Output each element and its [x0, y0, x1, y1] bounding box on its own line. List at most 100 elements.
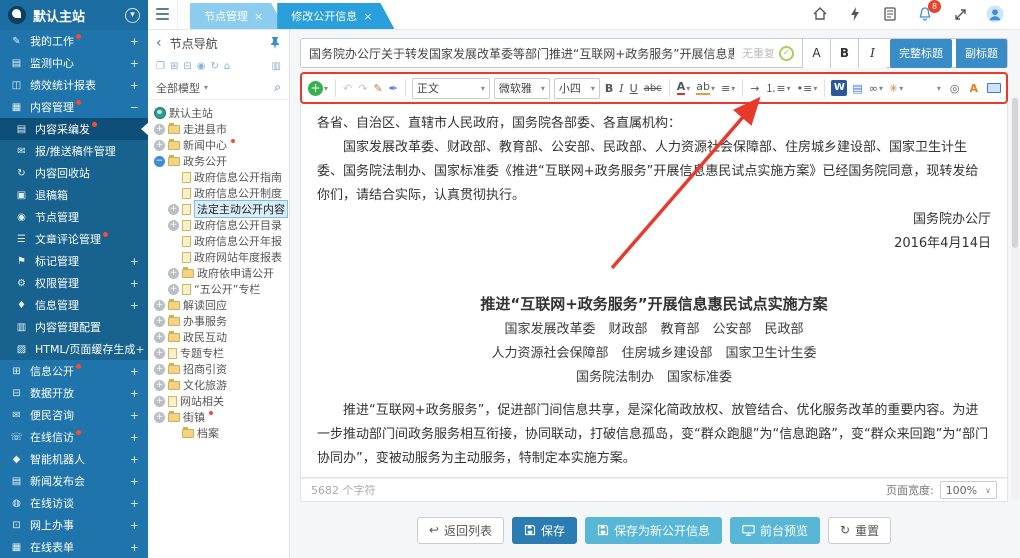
title-italic-button[interactable]: I: [858, 39, 886, 68]
title-bold-button[interactable]: B: [830, 39, 858, 68]
collapse-panel-icon[interactable]: ‹: [156, 35, 162, 51]
italic-icon[interactable]: I: [618, 82, 624, 95]
document-body[interactable]: 各省、自治区、直辖市人民政府，国务院各部委、各直属机构： 国家发展改革委、财政部…: [300, 104, 1008, 478]
preview-button[interactable]: 前台预览: [730, 517, 820, 544]
site-switcher[interactable]: 默认主站 ▾: [0, 0, 148, 30]
sidebar-item-info-management[interactable]: ♦ 信息管理 +: [0, 294, 148, 316]
collapse-minus-icon[interactable]: −: [130, 101, 139, 114]
close-icon[interactable]: ×: [254, 10, 263, 23]
big-font-icon[interactable]: A: [968, 82, 979, 95]
sidebar-item-my-work[interactable]: ✎ 我的工作 +: [0, 30, 148, 52]
site-view-icon[interactable]: ◉: [197, 61, 206, 72]
home-node-icon[interactable]: ⌂: [224, 61, 230, 72]
expand-icon[interactable]: +: [154, 364, 165, 375]
scrollbar[interactable]: [1011, 96, 1019, 500]
expand-icon[interactable]: +: [168, 268, 179, 279]
expand-plus-icon[interactable]: +: [130, 387, 139, 400]
tree-node[interactable]: +政府依申请公开: [150, 265, 287, 281]
sidebar-item-online-interview[interactable]: ◍ 在线访谈 +: [0, 492, 148, 514]
expand-plus-icon[interactable]: +: [130, 57, 139, 70]
sidebar-item-online-form[interactable]: ▦ 在线表单 +: [0, 536, 148, 558]
tree-node[interactable]: 政府网站年度报表: [150, 249, 287, 265]
full-title-button[interactable]: 完整标题: [890, 39, 952, 68]
tree-node[interactable]: +“五公开”专栏: [150, 281, 287, 297]
tree-node[interactable]: +网站相关: [150, 393, 287, 409]
sidebar-item-rejected-box[interactable]: ▣ 退稿箱: [0, 184, 148, 206]
highlight-color-icon[interactable]: ab▾: [695, 81, 716, 95]
tree-node[interactable]: +办事服务: [150, 313, 287, 329]
user-avatar[interactable]: [986, 5, 1004, 23]
sidebar-item-content-config[interactable]: ▥ 内容管理配置: [0, 316, 148, 338]
more-tools-icon[interactable]: ▾: [937, 84, 941, 93]
sidebar-item-html-cache[interactable]: ▧ HTML/页面缓存生成 +: [0, 338, 148, 360]
subtitle-button[interactable]: 副标题: [956, 39, 1007, 68]
expand-arrows-icon[interactable]: [951, 5, 969, 23]
copy-node-icon[interactable]: ❐: [156, 61, 165, 72]
document-icon[interactable]: [881, 5, 899, 23]
tree-node[interactable]: 政府信息公开年报: [150, 233, 287, 249]
font-family-select[interactable]: 微软雅▾: [494, 78, 550, 99]
article-title-input[interactable]: [309, 46, 734, 60]
sidebar-item-comment-management[interactable]: ☰ 文章评论管理: [0, 228, 148, 250]
sidebar-item-info-disclosure[interactable]: ⊞ 信息公开 +: [0, 360, 148, 382]
tree-node[interactable]: +解读回应: [150, 297, 287, 313]
bell-icon[interactable]: 8: [916, 5, 934, 23]
expand-icon[interactable]: +: [154, 124, 165, 135]
sidebar-item-online-service[interactable]: ⊡ 网上办事 +: [0, 514, 148, 536]
tab-node-management[interactable]: 节点管理 ×: [190, 3, 285, 29]
expand-icon[interactable]: +: [154, 300, 165, 311]
page-width-select[interactable]: 100% ∨: [940, 481, 997, 499]
collapse-all-icon[interactable]: ⊟: [183, 61, 191, 72]
expand-plus-icon[interactable]: +: [130, 431, 139, 444]
font-color-icon[interactable]: A▾: [676, 81, 692, 95]
sidebar-item-content-editing[interactable]: ▤ 内容采编发: [0, 118, 148, 140]
sidebar-item-press-conference[interactable]: ▤ 新闻发布会 +: [0, 470, 148, 492]
close-icon[interactable]: ×: [363, 10, 372, 23]
strikethrough-icon[interactable]: abc: [643, 83, 663, 94]
sidebar-item-consultation[interactable]: ✉ 便民咨询 +: [0, 404, 148, 426]
bold-icon[interactable]: B: [604, 82, 614, 95]
search-icon[interactable]: ⌕: [274, 80, 281, 95]
pin-icon[interactable]: [269, 36, 281, 50]
save-button[interactable]: 保存: [512, 517, 577, 544]
tree-node[interactable]: +文化旅游: [150, 377, 287, 393]
format-brush-icon[interactable]: ✳▾: [888, 82, 904, 95]
sidebar-item-recycle-bin[interactable]: ↻ 内容回收站: [0, 162, 148, 184]
link-icon[interactable]: ∞▾: [868, 82, 884, 95]
home-icon[interactable]: [811, 5, 829, 23]
refresh-icon[interactable]: ↻: [210, 61, 218, 72]
collapse-icon[interactable]: −: [154, 156, 165, 167]
tree-node[interactable]: +街镇: [150, 409, 287, 425]
tree-node[interactable]: +走进县市: [150, 121, 287, 137]
tree-node-expanded[interactable]: −政务公开: [150, 153, 287, 169]
expand-plus-icon[interactable]: +: [130, 541, 139, 554]
sidebar-item-performance-report[interactable]: ◫ 绩效统计报表 +: [0, 74, 148, 96]
insert-button[interactable]: +▾: [307, 81, 329, 96]
tree-node[interactable]: +专题专栏: [150, 345, 287, 361]
back-to-list-button[interactable]: ↩ 返回列表: [417, 517, 504, 544]
expand-icon[interactable]: +: [154, 396, 165, 407]
expand-icon[interactable]: +: [154, 140, 165, 151]
paste-plain-icon[interactable]: ▤: [851, 82, 863, 95]
lightning-icon[interactable]: [846, 5, 864, 23]
expand-icon[interactable]: +: [168, 220, 179, 231]
tree-node[interactable]: +政民互动: [150, 329, 287, 345]
expand-icon[interactable]: +: [154, 332, 165, 343]
tree-node[interactable]: +政府信息公开目录: [150, 217, 287, 233]
sidebar-item-monitor-center[interactable]: ▤ 监测中心 +: [0, 52, 148, 74]
save-as-new-button[interactable]: 保存为新公开信息: [585, 517, 722, 544]
undo-icon[interactable]: ↶: [342, 82, 353, 95]
sidebar-item-robot[interactable]: ◆ 智能机器人 +: [0, 448, 148, 470]
font-size-select[interactable]: 小四▾: [554, 78, 600, 99]
format-painter-icon[interactable]: ✎: [372, 82, 383, 95]
expand-icon[interactable]: +: [168, 204, 179, 215]
sidebar-item-data-open[interactable]: ⊟ 数据开放 +: [0, 382, 148, 404]
find-replace-icon[interactable]: ◎: [949, 82, 961, 95]
tree-node-root[interactable]: 默认主站: [150, 105, 287, 121]
hamburger-menu-icon[interactable]: [148, 0, 178, 29]
expand-plus-icon[interactable]: +: [130, 409, 139, 422]
sidebar-item-push-manuscript[interactable]: ✉ 报/推送稿件管理: [0, 140, 148, 162]
tree-node[interactable]: 政府信息公开指南: [150, 169, 287, 185]
expand-icon[interactable]: +: [154, 316, 165, 327]
expand-icon[interactable]: +: [154, 348, 165, 359]
